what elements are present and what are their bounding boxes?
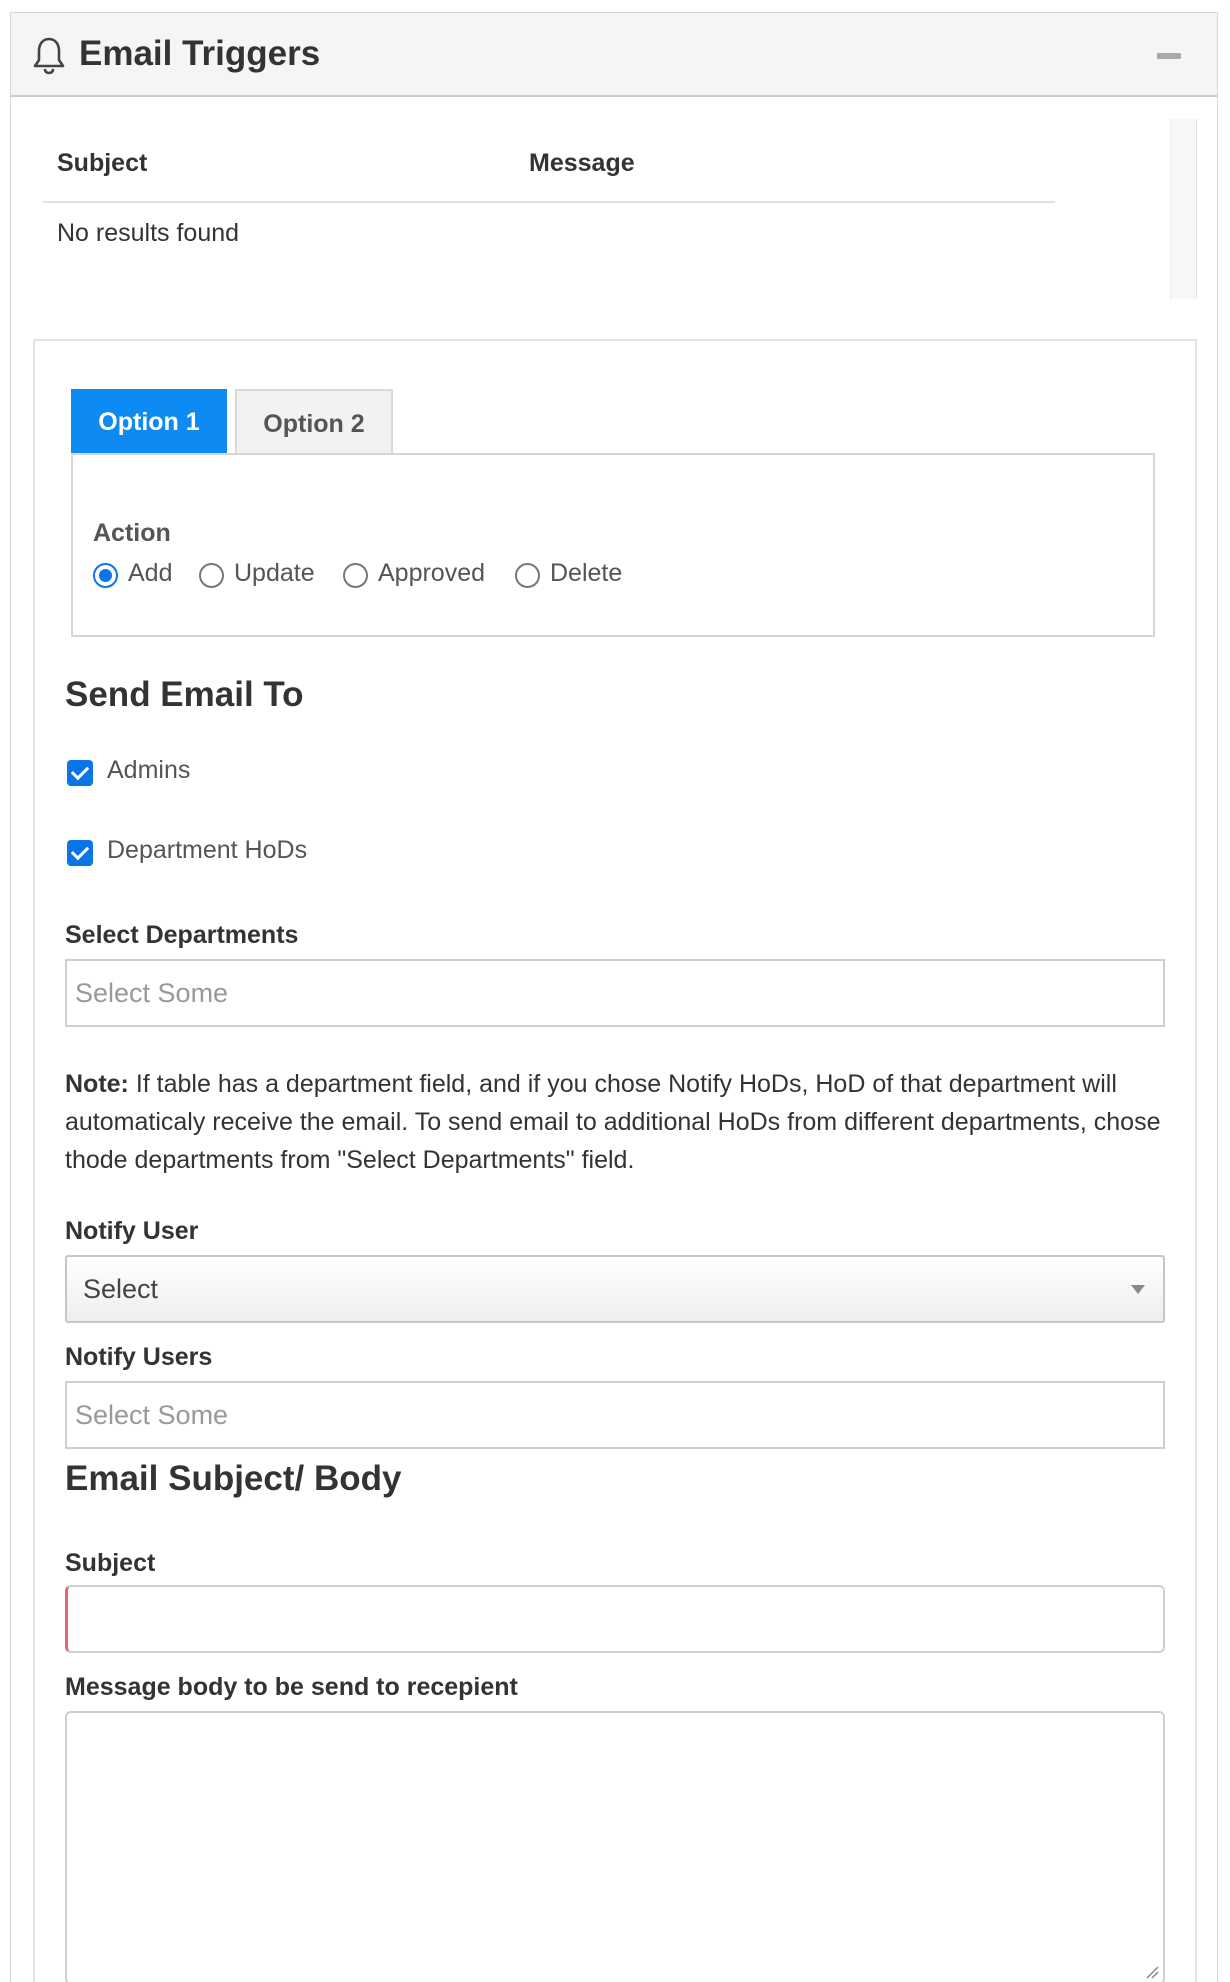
panel-header: Email Triggers: [11, 13, 1217, 97]
notify-users-input[interactable]: Select Some: [65, 1381, 1165, 1449]
radio-label-delete: Delete: [550, 558, 623, 587]
radio-approved[interactable]: Approved: [343, 553, 485, 593]
checkbox-checked-icon[interactable]: [67, 760, 93, 786]
action-label: Action: [93, 519, 171, 547]
resize-handle-icon[interactable]: [1145, 1965, 1159, 1979]
select-departments-label: Select Departments: [65, 921, 299, 949]
email-triggers-panel: Email Triggers Subject Message No result…: [10, 12, 1218, 1982]
checkbox-label-admins: Admins: [107, 755, 191, 784]
note-prefix: Note:: [65, 1070, 129, 1098]
radio-update[interactable]: Update: [199, 553, 315, 593]
radio-unchecked-icon[interactable]: [515, 562, 540, 588]
radio-label-update: Update: [234, 558, 315, 587]
triggers-table: Subject Message No results found: [33, 119, 1197, 299]
empty-table-message: No results found: [57, 219, 240, 247]
select-departments-input[interactable]: Select Some: [65, 959, 1165, 1027]
panel-title: Email Triggers: [79, 34, 321, 73]
table-scrollbar[interactable]: [1170, 119, 1196, 299]
column-header-subject[interactable]: Subject: [57, 149, 147, 178]
checkbox-label-department-hods: Department HoDs: [107, 835, 308, 864]
tab-panel-option-1: Action Add Update Approved Delete: [71, 453, 1155, 637]
subject-input[interactable]: [65, 1585, 1165, 1653]
notify-users-label: Notify Users: [65, 1343, 213, 1371]
tab-option-1[interactable]: Option 1: [71, 389, 227, 455]
send-email-to-heading: Send Email To: [65, 675, 304, 714]
table-header: Subject Message: [43, 119, 1055, 203]
radio-unchecked-icon[interactable]: [199, 562, 224, 588]
checkbox-checked-icon[interactable]: [67, 840, 93, 866]
radio-label-approved: Approved: [378, 558, 486, 587]
radio-unchecked-icon[interactable]: [343, 562, 368, 588]
radio-add[interactable]: Add: [93, 553, 172, 593]
email-subject-body-heading: Email Subject/ Body: [65, 1459, 402, 1498]
department-note: Note: If table has a department field, a…: [65, 1065, 1165, 1179]
message-body-textarea[interactable]: [65, 1711, 1165, 1982]
radio-label-add: Add: [128, 558, 173, 587]
subject-label: Subject: [65, 1549, 156, 1577]
bell-icon: [33, 37, 65, 75]
radio-checked-icon[interactable]: [93, 562, 118, 588]
note-text: If table has a department field, and if …: [65, 1070, 1161, 1174]
minus-icon[interactable]: [1157, 53, 1181, 59]
column-header-message[interactable]: Message: [529, 149, 635, 178]
notify-user-label: Notify User: [65, 1217, 199, 1245]
notify-user-value: Select: [83, 1274, 159, 1304]
tab-option-2[interactable]: Option 2: [235, 389, 393, 455]
checkbox-department-hods[interactable]: Department HoDs: [67, 833, 307, 867]
checkbox-admins[interactable]: Admins: [67, 753, 190, 787]
radio-delete[interactable]: Delete: [515, 553, 622, 593]
caret-down-icon: [1131, 1285, 1145, 1294]
notify-user-select[interactable]: Select: [65, 1255, 1165, 1323]
message-body-label: Message body to be send to recepient: [65, 1673, 518, 1701]
trigger-form: Option 1 Option 2 Action Add Update Appr…: [33, 339, 1197, 1982]
